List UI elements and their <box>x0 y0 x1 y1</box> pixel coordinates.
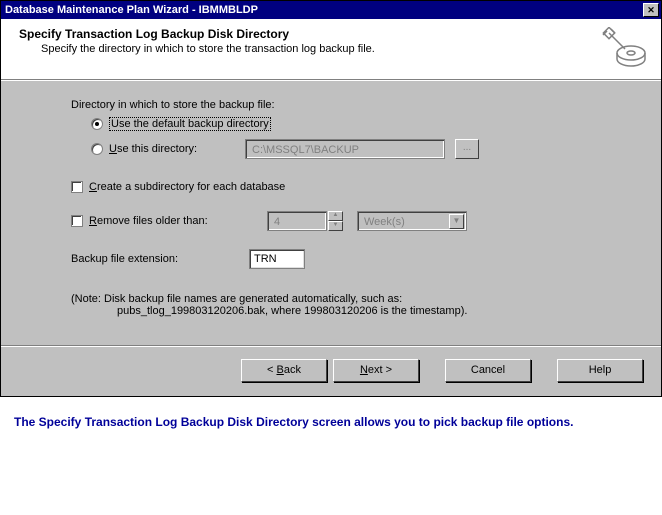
browse-button[interactable]: ... <box>455 139 479 159</box>
cancel-button[interactable]: Cancel <box>445 359 531 382</box>
note-text: (Note: Disk backup file names are genera… <box>71 293 621 317</box>
remove-age-unit-select[interactable]: Week(s) ▼ <box>357 211 467 231</box>
button-row: < Back Next > Cancel Help <box>1 346 661 396</box>
spinner-down-icon[interactable]: ▼ <box>328 221 343 231</box>
chevron-down-icon: ▼ <box>449 214 464 229</box>
checkbox-subdir-label: Create a subdirectory for each database <box>89 181 285 193</box>
extension-row: Backup file extension: <box>71 249 621 269</box>
note-line-1: (Note: Disk backup file names are genera… <box>71 293 621 305</box>
back-button[interactable]: < Back <box>241 359 327 382</box>
checkbox-icon <box>71 215 83 227</box>
radio-custom-label: Use this directory: <box>109 143 227 155</box>
disk-wizard-icon <box>601 27 649 69</box>
figure-caption: The Specify Transaction Log Backup Disk … <box>0 397 662 439</box>
next-button[interactable]: Next > <box>333 359 419 382</box>
radio-default-directory[interactable]: Use the default backup directory <box>91 117 621 131</box>
page-subtitle: Specify the directory in which to store … <box>19 43 375 55</box>
radio-icon <box>91 143 103 155</box>
radio-icon <box>91 118 103 130</box>
remove-age-spinner[interactable]: 4 ▲ ▼ <box>267 211 343 231</box>
window-title: Database Maintenance Plan Wizard - IBMMB… <box>5 4 258 16</box>
extension-label: Backup file extension: <box>71 253 249 265</box>
note-line-2: pubs_tlog_199803120206.bak, where 199803… <box>71 305 621 317</box>
header-panel: Specify Transaction Log Backup Disk Dire… <box>1 19 661 80</box>
close-button[interactable]: ✕ <box>643 3 659 17</box>
directory-label: Directory in which to store the backup f… <box>71 99 621 111</box>
content-area: Directory in which to store the backup f… <box>1 80 661 345</box>
header-text: Specify Transaction Log Backup Disk Dire… <box>19 27 375 55</box>
help-button[interactable]: Help <box>557 359 643 382</box>
spinner-buttons: ▲ ▼ <box>328 211 343 231</box>
radio-default-label: Use the default backup directory <box>109 117 271 131</box>
checkbox-remove-label: Remove files older than: <box>89 215 249 227</box>
remove-age-value[interactable]: 4 <box>267 211 327 231</box>
spinner-up-icon[interactable]: ▲ <box>328 211 343 221</box>
extension-input[interactable] <box>249 249 305 269</box>
radio-use-directory[interactable]: Use this directory: C:\MSSQL7\BACKUP ... <box>91 139 621 159</box>
close-icon: ✕ <box>647 6 655 15</box>
checkbox-create-subdir[interactable]: Create a subdirectory for each database <box>71 181 621 193</box>
wizard-window: Database Maintenance Plan Wizard - IBMMB… <box>0 0 662 397</box>
remove-age-unit-value: Week(s) <box>364 216 405 228</box>
titlebar: Database Maintenance Plan Wizard - IBMMB… <box>1 1 661 19</box>
checkbox-icon <box>71 181 83 193</box>
directory-path-input[interactable]: C:\MSSQL7\BACKUP <box>245 139 445 159</box>
checkbox-remove-files[interactable]: Remove files older than: 4 ▲ ▼ Week(s) ▼ <box>71 211 621 231</box>
page-title: Specify Transaction Log Backup Disk Dire… <box>19 27 375 41</box>
